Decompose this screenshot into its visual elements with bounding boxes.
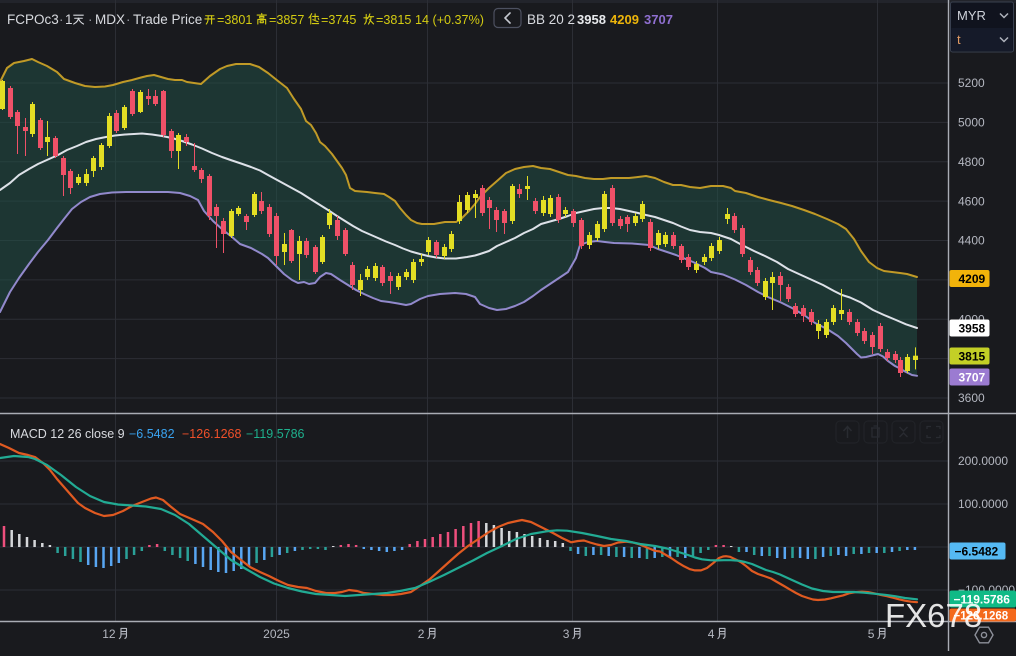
svg-text:·: ·	[126, 12, 131, 27]
svg-text:3958: 3958	[959, 321, 986, 335]
svg-text:2025: 2025	[263, 627, 290, 641]
svg-text:Trade Price: Trade Price	[133, 12, 202, 27]
svg-text:3600: 3600	[958, 391, 985, 405]
svg-text:−126.1268: −126.1268	[182, 427, 241, 441]
svg-text:·: ·	[59, 12, 64, 27]
svg-text:4: 4	[708, 627, 715, 641]
svg-text:4209: 4209	[610, 12, 639, 27]
svg-text:−6.5482: −6.5482	[129, 427, 175, 441]
svg-text:3: 3	[563, 627, 570, 641]
svg-text:MACD 12 26 close 9: MACD 12 26 close 9	[10, 427, 125, 441]
svg-text:MDX: MDX	[95, 12, 125, 27]
svg-text:5: 5	[868, 627, 875, 641]
svg-text:5200: 5200	[958, 76, 985, 90]
svg-text:14 (+0.37%): 14 (+0.37%)	[415, 13, 484, 27]
svg-text:−119.5786: −119.5786	[246, 427, 305, 441]
svg-text:5000: 5000	[958, 116, 985, 130]
svg-text:=3815: =3815	[376, 13, 411, 27]
svg-text:=3745: =3745	[321, 13, 356, 27]
svg-text:FX678: FX678	[885, 597, 982, 634]
svg-text:3958: 3958	[577, 12, 606, 27]
svg-text:1: 1	[65, 12, 73, 27]
svg-text:2: 2	[418, 627, 425, 641]
svg-text:3815: 3815	[959, 349, 986, 363]
svg-text:·: ·	[88, 12, 93, 27]
svg-text:3707: 3707	[959, 370, 986, 384]
svg-text:BB 20 2: BB 20 2	[527, 12, 575, 27]
svg-text:4400: 4400	[958, 234, 985, 248]
svg-text:4800: 4800	[958, 155, 985, 169]
svg-text:t: t	[957, 32, 961, 47]
svg-text:MYR: MYR	[957, 8, 986, 23]
svg-text:4600: 4600	[958, 194, 985, 208]
svg-text:4209: 4209	[959, 272, 986, 286]
svg-text:=3857: =3857	[269, 13, 304, 27]
svg-text:=3801: =3801	[217, 13, 252, 27]
svg-text:3707: 3707	[644, 12, 673, 27]
svg-text:12: 12	[102, 627, 116, 641]
svg-text:−6.5482: −6.5482	[955, 544, 999, 558]
svg-text:200.0000: 200.0000	[958, 454, 1008, 468]
svg-text:FCPOc3: FCPOc3	[7, 12, 59, 27]
svg-text:100.0000: 100.0000	[958, 497, 1008, 511]
